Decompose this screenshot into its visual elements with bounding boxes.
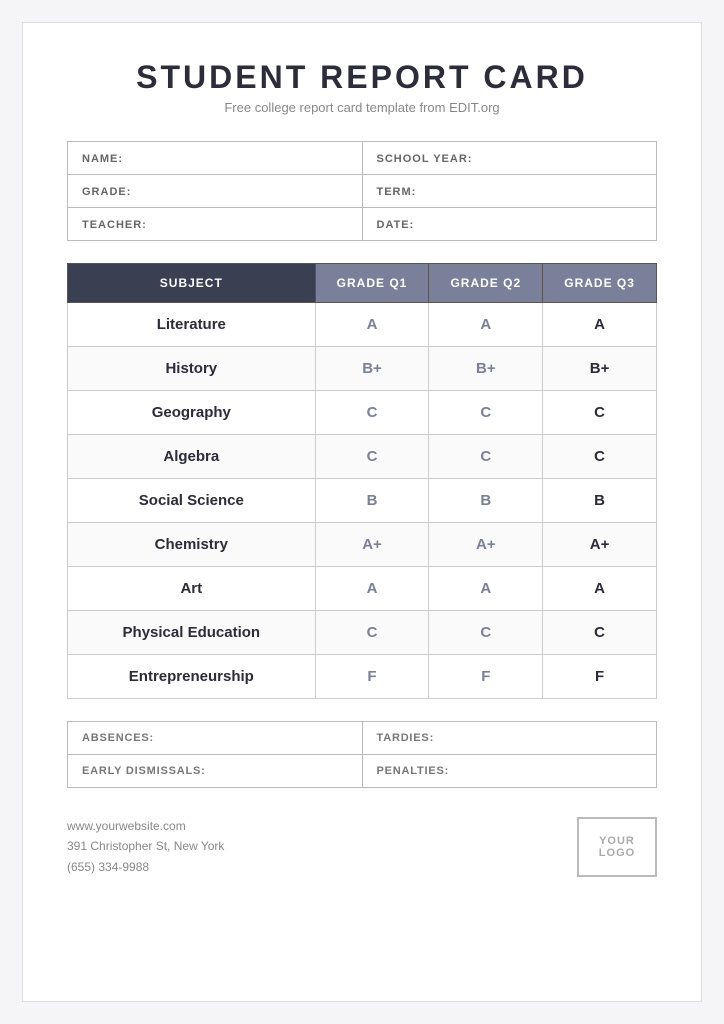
subject-cell: Geography <box>68 391 316 435</box>
q2-header: GRADE Q2 <box>429 264 543 303</box>
footer-phone: (655) 334-9988 <box>67 857 224 877</box>
early-dismissals-cell: EARLY DISMISSALS: <box>68 755 363 788</box>
q3-cell: C <box>543 391 657 435</box>
absences-cell: ABSENCES: <box>68 722 363 755</box>
grade-label: GRADE: <box>82 186 131 198</box>
q3-cell: C <box>543 435 657 479</box>
page-title: STUDENT REPORT CARD <box>67 59 657 96</box>
q1-cell: B <box>315 479 429 523</box>
q3-cell: A+ <box>543 523 657 567</box>
grade-row: Geography C C C <box>68 391 657 435</box>
q2-cell: C <box>429 391 543 435</box>
info-row-grade: GRADE: TERM: <box>68 175 657 208</box>
q1-cell: C <box>315 611 429 655</box>
school-year-label: SCHOOL YEAR: <box>377 153 473 165</box>
q2-cell: A <box>429 567 543 611</box>
teacher-label: TEACHER: <box>82 219 147 231</box>
grade-cell: GRADE: <box>68 175 363 208</box>
footer-website: www.yourwebsite.com <box>67 816 224 836</box>
q3-cell: B+ <box>543 347 657 391</box>
grade-row: Chemistry A+ A+ A+ <box>68 523 657 567</box>
term-label: TERM: <box>377 186 417 198</box>
subject-cell: Physical Education <box>68 611 316 655</box>
q1-cell: C <box>315 391 429 435</box>
subject-cell: Chemistry <box>68 523 316 567</box>
attendance-table: ABSENCES: TARDIES: EARLY DISMISSALS: PEN… <box>67 721 657 788</box>
q1-cell: B+ <box>315 347 429 391</box>
footer-contact: www.yourwebsite.com 391 Christopher St, … <box>67 816 224 877</box>
subject-cell: Social Science <box>68 479 316 523</box>
q3-header: GRADE Q3 <box>543 264 657 303</box>
info-row-teacher: TEACHER: DATE: <box>68 208 657 241</box>
attendance-row-2: EARLY DISMISSALS: PENALTIES: <box>68 755 657 788</box>
grade-row: Entrepreneurship F F F <box>68 655 657 699</box>
q2-cell: B <box>429 479 543 523</box>
subject-cell: Literature <box>68 303 316 347</box>
report-card-page: STUDENT REPORT CARD Free college report … <box>22 22 702 1002</box>
grade-row: Social Science B B B <box>68 479 657 523</box>
tardies-cell: TARDIES: <box>362 722 657 755</box>
attendance-row-1: ABSENCES: TARDIES: <box>68 722 657 755</box>
teacher-cell: TEACHER: <box>68 208 363 241</box>
date-label: DATE: <box>377 219 415 231</box>
info-table: NAME: SCHOOL YEAR: GRADE: TERM: TEACHER: <box>67 141 657 241</box>
q1-header: GRADE Q1 <box>315 264 429 303</box>
q3-cell: B <box>543 479 657 523</box>
school-year-cell: SCHOOL YEAR: <box>362 142 657 175</box>
grade-row: Literature A A A <box>68 303 657 347</box>
name-label: NAME: <box>82 153 123 165</box>
subject-cell: Art <box>68 567 316 611</box>
grades-header-row: SUBJECT GRADE Q1 GRADE Q2 GRADE Q3 <box>68 264 657 303</box>
subject-cell: Entrepreneurship <box>68 655 316 699</box>
q1-cell: F <box>315 655 429 699</box>
q2-cell: B+ <box>429 347 543 391</box>
subject-header: SUBJECT <box>68 264 316 303</box>
q1-cell: A+ <box>315 523 429 567</box>
info-row-name: NAME: SCHOOL YEAR: <box>68 142 657 175</box>
date-cell: DATE: <box>362 208 657 241</box>
q2-cell: A+ <box>429 523 543 567</box>
page-subtitle: Free college report card template from E… <box>67 100 657 115</box>
grades-table: SUBJECT GRADE Q1 GRADE Q2 GRADE Q3 Liter… <box>67 263 657 699</box>
q3-cell: F <box>543 655 657 699</box>
q1-cell: A <box>315 567 429 611</box>
penalties-cell: PENALTIES: <box>362 755 657 788</box>
name-cell: NAME: <box>68 142 363 175</box>
grade-row: Art A A A <box>68 567 657 611</box>
footer: www.yourwebsite.com 391 Christopher St, … <box>67 816 657 877</box>
q3-cell: C <box>543 611 657 655</box>
q3-cell: A <box>543 567 657 611</box>
subject-cell: Algebra <box>68 435 316 479</box>
grade-row: History B+ B+ B+ <box>68 347 657 391</box>
grade-row: Physical Education C C C <box>68 611 657 655</box>
q1-cell: C <box>315 435 429 479</box>
header: STUDENT REPORT CARD Free college report … <box>67 59 657 119</box>
q2-cell: A <box>429 303 543 347</box>
q2-cell: F <box>429 655 543 699</box>
q2-cell: C <box>429 611 543 655</box>
subject-cell: History <box>68 347 316 391</box>
q3-cell: A <box>543 303 657 347</box>
q1-cell: A <box>315 303 429 347</box>
footer-address: 391 Christopher St, New York <box>67 836 224 856</box>
footer-logo: YOURLOGO <box>577 817 657 877</box>
grade-row: Algebra C C C <box>68 435 657 479</box>
term-cell: TERM: <box>362 175 657 208</box>
q2-cell: C <box>429 435 543 479</box>
